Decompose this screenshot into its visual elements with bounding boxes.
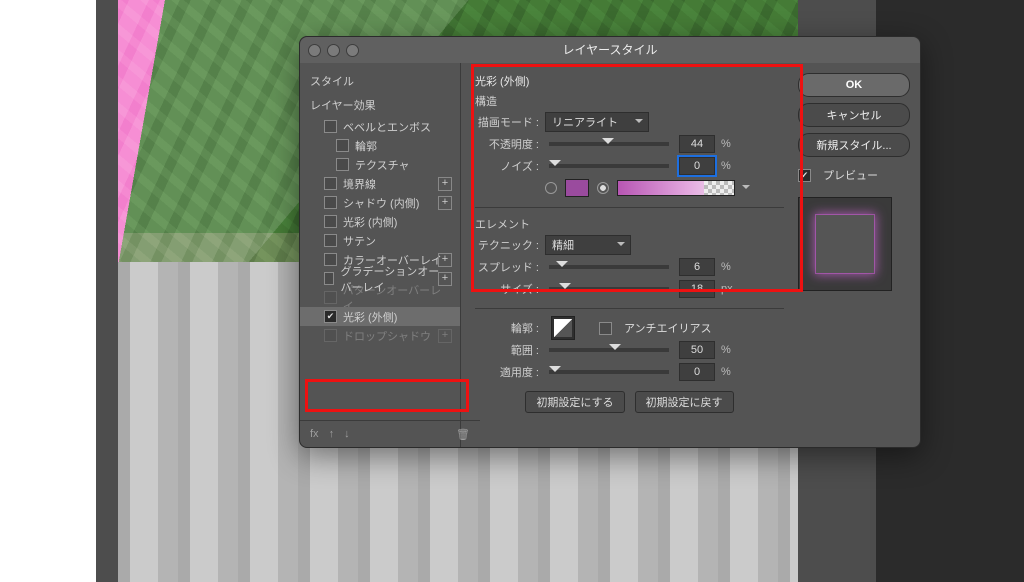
new-style-button[interactable]: 新規スタイル... [798,133,910,157]
gradient-radio[interactable] [597,182,609,194]
style-item-bevel-emboss[interactable]: ベベルとエンボス [300,117,460,136]
style-item-drop-shadow[interactable]: ドロップシャドウ+ [300,326,460,345]
checkbox[interactable] [324,177,337,190]
structure-heading: 構造 [475,93,784,109]
size-input[interactable]: 18 [679,280,715,298]
ok-button[interactable]: OK [798,73,910,97]
styles-footer: fx ↑ ↓ 🗑 [300,420,480,447]
spread-input[interactable]: 6 [679,258,715,276]
layer-style-dialog: レイヤースタイル スタイル レイヤー効果 ベベルとエンボス 輪郭 テクスチャ 境… [299,36,921,448]
technique-label: テクニック : [475,237,539,253]
style-item-stroke[interactable]: 境界線+ [300,174,460,193]
style-item-texture[interactable]: テクスチャ [300,155,460,174]
checkbox[interactable] [324,120,337,133]
preview-thumbnail [798,197,892,291]
styles-header[interactable]: スタイル [300,69,460,93]
blend-mode-select[interactable]: リニアライト [545,112,649,132]
spread-label: スプレッド : [475,259,539,275]
jitter-slider[interactable] [549,370,669,374]
jitter-input[interactable]: 0 [679,363,715,381]
checkbox[interactable] [324,329,337,342]
cancel-button[interactable]: キャンセル [798,103,910,127]
style-item-inner-glow[interactable]: 光彩 (内側) [300,212,460,231]
size-slider[interactable] [549,287,669,291]
checkbox[interactable] [336,158,349,171]
style-item-outer-glow[interactable]: 光彩 (外側) [300,307,460,326]
opacity-slider[interactable] [549,142,669,146]
technique-select[interactable]: 精細 [545,235,631,255]
move-down-icon[interactable]: ↓ [344,428,350,440]
checkbox[interactable] [324,310,337,323]
checkbox[interactable] [324,215,337,228]
style-item-inner-shadow[interactable]: シャドウ (内側)+ [300,193,460,212]
checkbox[interactable] [324,234,337,247]
size-label: サイズ : [475,281,539,297]
section-title: 光彩 (外側) [475,73,784,89]
checkbox[interactable] [324,196,337,209]
noise-label: ノイズ : [475,158,539,174]
outer-glow-settings: 光彩 (外側) 構造 描画モード : リニアライト 不透明度 : 44 % ノイ… [461,63,798,447]
range-label: 範囲 : [475,342,539,358]
noise-slider[interactable] [549,164,669,168]
preview-checkbox[interactable] [798,169,811,182]
anti-alias-label: アンチエイリアス [624,320,712,336]
reset-default-button[interactable]: 初期設定に戻す [635,391,734,413]
add-icon[interactable]: + [438,329,452,343]
add-icon[interactable]: + [438,196,452,210]
style-item-satin[interactable]: サテン [300,231,460,250]
checkbox[interactable] [324,253,337,266]
opacity-label: 不透明度 : [475,136,539,152]
fx-menu-icon[interactable]: fx [310,428,319,440]
style-item-pattern-overlay[interactable]: パターンオーバーレイ [300,288,460,307]
make-default-button[interactable]: 初期設定にする [525,391,624,413]
gradient-picker[interactable] [617,180,735,196]
add-icon[interactable]: + [438,177,452,191]
contour-picker[interactable] [551,316,575,340]
color-radio[interactable] [545,182,557,194]
dialog-title: レイヤースタイル [562,43,657,57]
range-input[interactable]: 50 [679,341,715,359]
opacity-input[interactable]: 44 [679,135,715,153]
anti-alias-checkbox[interactable] [599,322,612,335]
jitter-label: 適用度 : [475,364,539,380]
move-up-icon[interactable]: ↑ [329,428,335,440]
spread-slider[interactable] [549,265,669,269]
elements-heading: エレメント [475,216,784,232]
blend-mode-label: 描画モード : [475,114,539,130]
style-item-contour[interactable]: 輪郭 [300,136,460,155]
noise-input[interactable]: 0 [679,157,715,175]
styles-panel: スタイル レイヤー効果 ベベルとエンボス 輪郭 テクスチャ 境界線+ シャドウ … [300,63,461,447]
window-controls[interactable] [308,44,359,57]
preview-label: プレビュー [823,167,878,183]
dialog-titlebar[interactable]: レイヤースタイル [300,37,920,63]
range-slider[interactable] [549,348,669,352]
checkbox[interactable] [324,272,334,285]
layer-effects-header[interactable]: レイヤー効果 [300,93,460,117]
dialog-actions: OK キャンセル 新規スタイル... プレビュー [798,63,920,447]
checkbox[interactable] [336,139,349,152]
contour-label: 輪郭 : [475,320,539,336]
color-swatch[interactable] [565,179,589,197]
checkbox[interactable] [324,291,337,304]
